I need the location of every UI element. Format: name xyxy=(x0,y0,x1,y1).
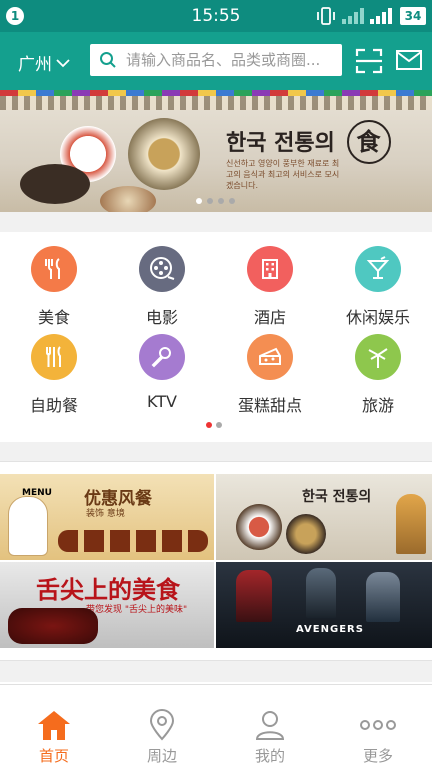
category-ktv[interactable]: KTV xyxy=(108,334,216,411)
city-label: 广州 xyxy=(18,55,52,75)
section-divider xyxy=(0,212,432,232)
food-image xyxy=(100,186,156,212)
category-label: 美食 xyxy=(37,308,70,327)
microphone-icon xyxy=(139,334,185,380)
app-header: 广州 xyxy=(0,32,432,90)
tab-more[interactable]: 更多 xyxy=(324,685,432,768)
category-leisure[interactable]: 休闲娱乐 xyxy=(324,246,432,328)
page-dot[interactable] xyxy=(196,198,202,204)
search-input[interactable] xyxy=(126,51,336,69)
food-image xyxy=(236,504,282,550)
page-dot[interactable] xyxy=(207,198,213,204)
status-time: 15:55 xyxy=(191,6,241,26)
category-food[interactable]: 美食 xyxy=(0,246,108,328)
category-label: 旅游 xyxy=(361,396,394,415)
tree-image xyxy=(396,494,426,554)
page-dot[interactable] xyxy=(206,422,212,428)
signal-icon xyxy=(370,8,392,24)
battery-indicator: 34 xyxy=(400,7,426,25)
page-dot[interactable] xyxy=(229,198,235,204)
bottom-tab-bar: 首页 周边 我的 更多 xyxy=(0,684,432,768)
mail-icon[interactable] xyxy=(396,50,422,70)
category-label: 自助餐 xyxy=(29,396,78,415)
food-row-image xyxy=(58,530,208,552)
chef-image xyxy=(8,496,48,556)
promo-grid: MENU 优惠风餐 装饰 意境 한국 전통의 舌尖上的美食 带您发现 "舌尖上的… xyxy=(0,474,432,650)
cake-icon xyxy=(247,334,293,380)
tab-mine[interactable]: 我的 xyxy=(216,685,324,768)
banner-pattern xyxy=(0,96,432,110)
buffet-icon xyxy=(31,334,77,380)
movie-title: AVENGERS xyxy=(296,624,364,635)
category-label: 酒店 xyxy=(253,308,286,327)
promo-title: 한국 전통의 xyxy=(302,489,372,505)
hotel-building-icon xyxy=(247,246,293,292)
cocktail-icon xyxy=(355,246,401,292)
category-label: 休闲娱乐 xyxy=(345,308,410,327)
more-dots-icon xyxy=(360,720,396,730)
tab-label: 周边 xyxy=(146,747,177,765)
category-travel[interactable]: 旅游 xyxy=(324,334,432,416)
location-pin-icon xyxy=(149,709,175,741)
home-icon xyxy=(38,711,70,740)
page-dot[interactable] xyxy=(216,422,222,428)
tab-label: 我的 xyxy=(254,747,285,765)
promo-subtitle: 装饰 意境 xyxy=(86,509,125,519)
status-bar: 1 15:55 34 xyxy=(0,0,432,32)
category-cake[interactable]: 蛋糕甜点 xyxy=(216,334,324,416)
tab-nearby[interactable]: 周边 xyxy=(108,685,216,768)
category-label: 电影 xyxy=(145,308,178,327)
banner-description: 신선하고 영양이 풍부한 재료로 최고의 음식과 최고의 서비스로 모시겠습니다… xyxy=(226,159,340,190)
hero-image xyxy=(236,570,272,622)
tab-home[interactable]: 首页 xyxy=(0,685,108,768)
category-label: 蛋糕甜点 xyxy=(237,396,302,415)
section-divider xyxy=(0,442,432,462)
category-grid: 美食 电影 酒店 休闲娱乐 自助餐 KTV 蛋糕甜点 旅游 xyxy=(0,232,432,442)
promo-subtitle: 带您发现 "舌尖上的美味" xyxy=(86,605,188,615)
promo-title: 舌尖上的美食 xyxy=(36,575,180,604)
hero-image xyxy=(366,572,400,622)
dish-image xyxy=(8,608,98,644)
promo-tile-movie[interactable]: AVENGERS xyxy=(216,562,432,648)
food-image xyxy=(20,164,90,204)
category-buffet[interactable]: 自助餐 xyxy=(0,334,108,416)
promo-tile-menu[interactable]: MENU 优惠风餐 装饰 意境 xyxy=(0,474,214,560)
user-icon xyxy=(255,711,285,740)
category-label: KTV xyxy=(147,392,177,411)
page-dot[interactable] xyxy=(218,198,224,204)
food-image xyxy=(128,118,200,190)
chevron-down-icon xyxy=(56,58,70,67)
signal-icon xyxy=(342,8,364,24)
vibrate-icon xyxy=(317,7,335,25)
promo-banner[interactable]: 한국 전통의 食 신선하고 영양이 풍부한 재료로 최고의 음식과 최고의 서비… xyxy=(0,90,432,212)
film-reel-icon xyxy=(139,246,185,292)
menu-badge: MENU xyxy=(22,488,52,498)
palm-tree-icon xyxy=(355,334,401,380)
category-pagination xyxy=(206,422,222,428)
category-movie[interactable]: 电影 xyxy=(108,246,216,328)
tab-label: 首页 xyxy=(38,747,69,765)
tab-label: 更多 xyxy=(362,747,393,765)
banner-seal: 食 xyxy=(346,120,391,164)
scan-icon[interactable] xyxy=(355,48,383,74)
search-box[interactable] xyxy=(90,44,342,76)
promo-tile-korean[interactable]: 한국 전통의 xyxy=(216,474,432,560)
hero-image xyxy=(306,568,336,618)
promo-tile-gourmet[interactable]: 舌尖上的美食 带您发现 "舌尖上的美味" xyxy=(0,562,214,648)
search-icon xyxy=(100,52,116,68)
section-divider xyxy=(0,660,432,682)
city-selector[interactable]: 广州 xyxy=(18,50,70,75)
utensils-icon xyxy=(31,246,77,292)
banner-pagination xyxy=(196,198,235,204)
category-hotel[interactable]: 酒店 xyxy=(216,246,324,328)
food-image xyxy=(286,514,326,554)
